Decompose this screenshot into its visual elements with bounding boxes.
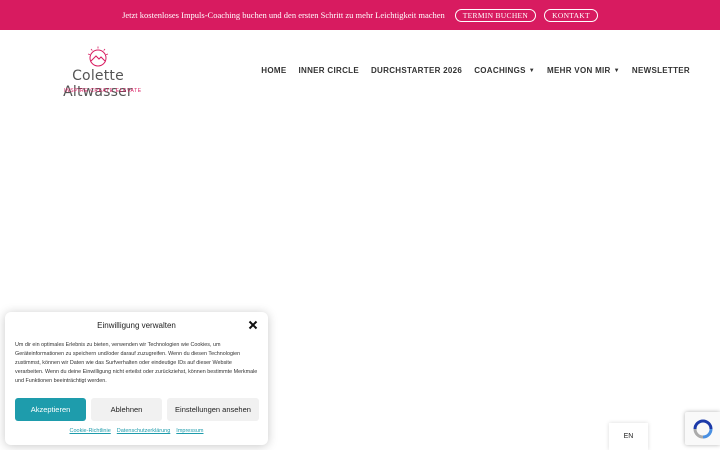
- cookie-title: Einwilligung verwalten: [97, 321, 176, 330]
- imprint-link[interactable]: Impressum: [176, 428, 203, 434]
- recaptcha-icon: [693, 419, 712, 438]
- nav-item-label: DURCHSTARTER 2026: [370, 66, 463, 75]
- accept-button[interactable]: Akzeptieren: [15, 398, 86, 421]
- kontakt-button[interactable]: KONTAKT: [544, 8, 598, 22]
- nav-item-home[interactable]: HOME: [261, 66, 286, 75]
- caret-down-icon: ▼: [613, 67, 620, 74]
- nav-item-newsletter[interactable]: NEWSLETTER: [632, 66, 690, 75]
- logo-name: Colette Altwasser: [63, 68, 133, 100]
- announcement-bar: Jetzt kostenloses Impuls-Coaching buchen…: [0, 0, 720, 30]
- nav-item-label: MEHR VON MIR: [547, 66, 611, 75]
- nav-item-inner-circle[interactable]: INNER CIRCLE: [298, 66, 359, 75]
- nav-item-coachings[interactable]: COACHINGS ▼: [474, 66, 535, 75]
- termin-buchen-button[interactable]: TERMIN BUCHEN: [454, 8, 537, 22]
- nav-item-label: INNER CIRCLE: [298, 66, 359, 75]
- nav-item-label: COACHINGS: [474, 66, 526, 75]
- nav-item-durchstarter[interactable]: DURCHSTARTER 2026: [371, 66, 462, 75]
- nav-item-mehr-von-mir[interactable]: MEHR VON MIR ▼: [547, 66, 620, 75]
- cookie-policy-link[interactable]: Cookie-Richtlinie: [70, 428, 111, 434]
- privacy-policy-link[interactable]: Datenschutzerklärung: [117, 428, 171, 434]
- cookie-buttons: Akzeptieren Ablehnen Einstellungen anseh…: [15, 398, 259, 421]
- caret-down-icon: ▼: [528, 67, 536, 74]
- recaptcha-badge[interactable]: [685, 412, 720, 445]
- view-settings-button[interactable]: Einstellungen ansehen: [167, 398, 259, 421]
- nav-item-label: HOME: [261, 66, 287, 75]
- cookie-consent-dialog: Einwilligung verwalten Um dir ein optima…: [5, 312, 268, 445]
- deny-button[interactable]: Ablehnen: [91, 398, 162, 421]
- close-icon[interactable]: [248, 320, 258, 330]
- announcement-text: Jetzt kostenloses Impuls-Coaching buchen…: [122, 10, 445, 20]
- main-navigation: HOME INNER CIRCLE DURCHSTARTER 2026 COAC…: [261, 66, 690, 75]
- language-label: EN: [623, 433, 634, 440]
- sunrise-logo-icon: [87, 46, 109, 67]
- cookie-description: Um dir ein optimales Erlebnis zu bieten,…: [15, 342, 258, 385]
- nav-item-label: NEWSLETTER: [631, 66, 690, 75]
- language-switcher[interactable]: EN: [609, 423, 648, 450]
- site-header: Colette Altwasser INSPIRE CREATE ELEVATE…: [0, 30, 720, 110]
- cookie-links: Cookie-Richtlinie Datenschutzerklärung I…: [5, 428, 268, 434]
- logo-tagline: INSPIRE CREATE ELEVATE: [64, 88, 142, 94]
- site-logo[interactable]: Colette Altwasser INSPIRE CREATE ELEVATE: [36, 46, 166, 100]
